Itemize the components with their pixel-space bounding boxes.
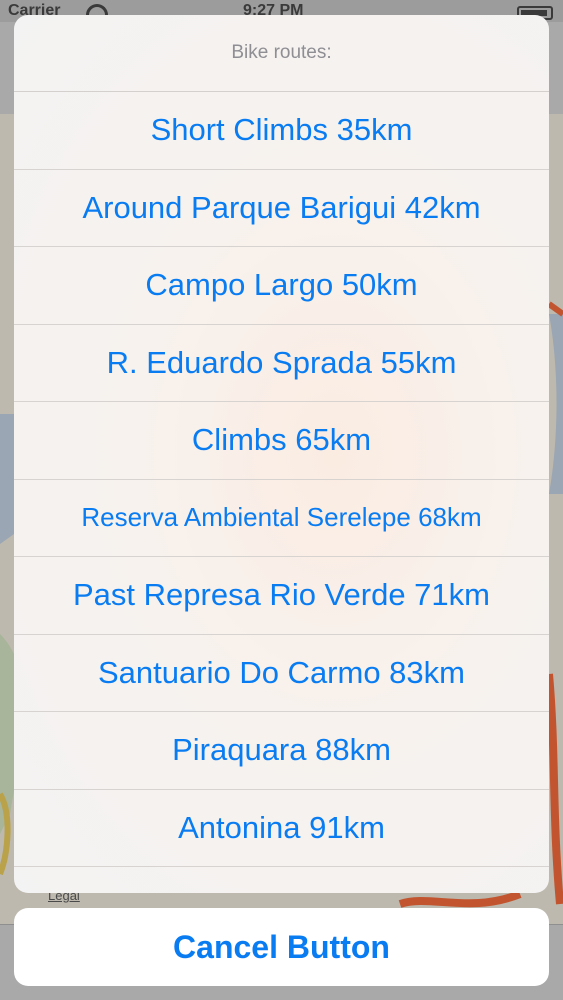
cancel-button[interactable]: Cancel Button <box>14 908 549 986</box>
route-option[interactable]: Short Climbs 35km <box>14 92 549 170</box>
route-list[interactable]: Short Climbs 35km Around Parque Barigui … <box>14 92 549 893</box>
route-option[interactable]: Antonina 91km <box>14 790 549 867</box>
sheet-title: Bike routes: <box>14 15 549 92</box>
route-option[interactable]: Climbs 65km <box>14 402 549 480</box>
route-option[interactable]: Campo Comprido 98km <box>14 867 549 893</box>
route-option[interactable]: Reserva Ambiental Serelepe 68km <box>14 480 549 557</box>
route-option[interactable]: R. Eduardo Sprada 55km <box>14 325 549 402</box>
route-option[interactable]: Past Represa Rio Verde 71km <box>14 557 549 635</box>
route-option[interactable]: Campo Largo 50km <box>14 247 549 325</box>
route-option[interactable]: Piraquara 88km <box>14 712 549 790</box>
action-sheet: Bike routes: Short Climbs 35km Around Pa… <box>14 15 549 893</box>
route-option[interactable]: Around Parque Barigui 42km <box>14 170 549 247</box>
route-option[interactable]: Santuario Do Carmo 83km <box>14 635 549 712</box>
